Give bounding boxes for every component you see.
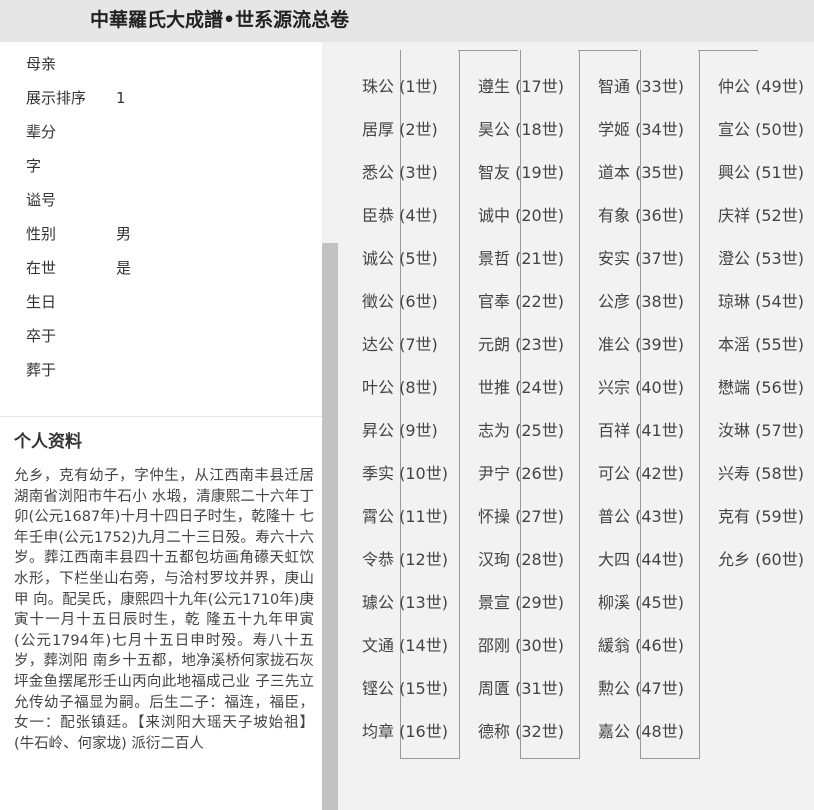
generation-item[interactable]: 居厚 (2世) [362, 116, 438, 140]
info-key: 性别 [26, 225, 57, 243]
info-row: 字 [26, 155, 116, 176]
generation-item[interactable]: 季实 (10世) [362, 460, 448, 484]
generation-item[interactable]: 怀操 (27世) [478, 503, 564, 527]
generation-item[interactable]: 准公 (39世) [598, 331, 684, 355]
generation-item[interactable]: 仲公 (49世) [718, 73, 804, 97]
generation-item[interactable]: 文通 (14世) [362, 632, 448, 656]
generation-item[interactable]: 世推 (24世) [478, 374, 564, 398]
generation-item[interactable]: 景宣 (29世) [478, 589, 564, 613]
generation-item[interactable]: 懋端 (56世) [718, 374, 804, 398]
generation-item[interactable]: 百祥 (41世) [598, 417, 684, 441]
generation-item[interactable]: 可公 (42世) [598, 460, 684, 484]
info-row: 在世 是 [26, 257, 131, 278]
header-bar: 中華羅氏大成譜•世系源流总卷 [0, 0, 814, 42]
generation-item[interactable]: 嘉公 (48世) [598, 718, 684, 742]
info-value: 是 [116, 259, 132, 277]
info-key: 辈分 [26, 123, 57, 141]
generation-item[interactable]: 昊公 (18世) [478, 116, 564, 140]
generation-item[interactable]: 緩翁 (46世) [598, 632, 684, 656]
profile-title: 个人资料 [14, 432, 82, 452]
generation-item[interactable]: 霄公 (11世) [362, 503, 448, 527]
generation-item[interactable]: 庆祥 (52世) [718, 202, 804, 226]
generation-item[interactable]: 宣公 (50世) [718, 116, 804, 140]
generation-item[interactable]: 有象 (36世) [598, 202, 684, 226]
generation-item[interactable]: 德称 (32世) [478, 718, 564, 742]
generation-item[interactable]: 安实 (37世) [598, 245, 684, 269]
info-key: 谥号 [26, 191, 57, 209]
generation-item[interactable]: 兴寿 (58世) [718, 460, 804, 484]
generation-item[interactable]: 臣恭 (4世) [362, 202, 438, 226]
generation-item[interactable]: 诚公 (5世) [362, 245, 438, 269]
info-key: 字 [26, 157, 42, 175]
connector-cap [698, 50, 758, 51]
generation-item[interactable]: 大四 (44世) [598, 546, 684, 570]
generation-item[interactable]: 诚中 (20世) [478, 202, 564, 226]
generation-item[interactable]: 普公 (43世) [598, 503, 684, 527]
generation-item[interactable]: 興公 (51世) [718, 159, 804, 183]
info-row: 卒于 [26, 325, 116, 346]
generation-item[interactable]: 琼琳 (54世) [718, 288, 804, 312]
info-key: 母亲 [26, 55, 57, 73]
generation-tree-panel: 珠公 (1世) 居厚 (2世) 悉公 (3世) 臣恭 (4世) 诚公 (5世) 徵公 (6… [338, 42, 814, 810]
page-title: 中華羅氏大成譜•世系源流总卷 [90, 9, 350, 31]
info-key: 生日 [26, 293, 57, 311]
info-row: 母亲 [26, 53, 116, 74]
generation-item[interactable]: 公彦 (38世) [598, 288, 684, 312]
generation-item[interactable]: 铿公 (15世) [362, 675, 448, 699]
generation-item[interactable]: 学姬 (34世) [598, 116, 684, 140]
generation-item[interactable]: 均章 (16世) [362, 718, 448, 742]
generation-item[interactable]: 勲公 (47世) [598, 675, 684, 699]
info-row: 辈分 [26, 121, 116, 142]
generation-item[interactable]: 官奉 (22世) [478, 288, 564, 312]
generation-item[interactable]: 尹宁 (26世) [478, 460, 564, 484]
info-key: 卒于 [26, 327, 57, 345]
generation-item[interactable]: 汝琳 (57世) [718, 417, 804, 441]
info-value: 1 [116, 89, 126, 107]
generation-item[interactable]: 昇公 (9世) [362, 417, 438, 441]
info-key: 葬于 [26, 361, 57, 379]
connector-cap [458, 50, 518, 51]
info-row: 谥号 [26, 189, 116, 210]
connector-cap [578, 50, 638, 51]
generation-item[interactable]: 澄公 (53世) [718, 245, 804, 269]
generation-item[interactable]: 悉公 (3世) [362, 159, 438, 183]
generation-item[interactable]: 景哲 (21世) [478, 245, 564, 269]
generation-item[interactable]: 邵刚 (30世) [478, 632, 564, 656]
generation-item[interactable]: 元朗 (23世) [478, 331, 564, 355]
info-value: 男 [116, 225, 132, 243]
info-row: 葬于 [26, 359, 116, 380]
generation-item[interactable]: 珠公 (1世) [362, 73, 438, 97]
info-row: 展示排序 1 [26, 87, 126, 108]
scrollbar-thumb[interactable] [322, 243, 338, 810]
generation-item[interactable]: 叶公 (8世) [362, 374, 438, 398]
info-row: 生日 [26, 291, 116, 312]
generation-item[interactable]: 兴宗 (40世) [598, 374, 684, 398]
info-key: 在世 [26, 259, 57, 277]
generation-item[interactable]: 道本 (35世) [598, 159, 684, 183]
generation-item[interactable]: 志为 (25世) [478, 417, 564, 441]
generation-item[interactable]: 允乡 (60世) [718, 546, 804, 570]
generation-item[interactable]: 汉珣 (28世) [478, 546, 564, 570]
generation-item[interactable]: 令恭 (12世) [362, 546, 448, 570]
generation-item[interactable]: 遵生 (17世) [478, 73, 564, 97]
generation-item[interactable]: 周匱 (31世) [478, 675, 564, 699]
generation-item[interactable]: 智通 (33世) [598, 73, 684, 97]
info-row: 性别 男 [26, 223, 131, 244]
info-key: 展示排序 [26, 89, 87, 107]
generation-item[interactable]: 柳溪 (45世) [598, 589, 684, 613]
divider [0, 416, 322, 417]
generation-item[interactable]: 璩公 (13世) [362, 589, 448, 613]
person-detail-panel: 母亲展示排序 1 辈分字谥号性别 男在世 是生日卒于葬于 个人资料 允乡，克有幼子，字仲… [0, 42, 322, 810]
generation-item[interactable]: 克有 (59世) [718, 503, 804, 527]
generation-item[interactable]: 本滛 (55世) [718, 331, 804, 355]
generation-item[interactable]: 徵公 (6世) [362, 288, 438, 312]
profile-bio: 允乡，克有幼子，字仲生，从江西南丰县迁居湖南省浏阳市牛石小 水塅，清康熙二十六年… [14, 468, 314, 752]
generation-item[interactable]: 智友 (19世) [478, 159, 564, 183]
generation-item[interactable]: 达公 (7世) [362, 331, 438, 355]
